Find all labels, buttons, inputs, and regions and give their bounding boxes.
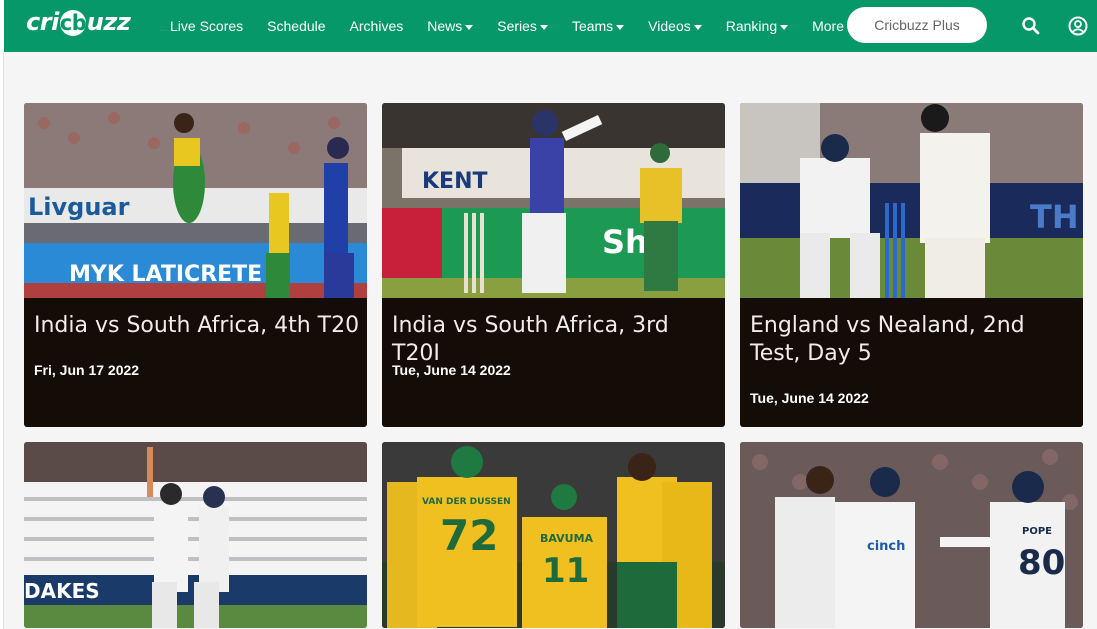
top-navbar: cricbuzz Live Scores Schedule Archives News… xyxy=(4,0,1097,52)
caret-down-icon xyxy=(539,25,548,30)
nav-label: Live Scores xyxy=(170,18,244,34)
match-card[interactable]: VAN DER DUSSEN 72 BAVUMA 11 xyxy=(382,442,725,628)
match-photo: TH xyxy=(740,103,1083,298)
nav-label: Archives xyxy=(349,18,404,34)
nav-label: Teams xyxy=(571,18,614,34)
match-photo: DAKES xyxy=(24,442,367,628)
photo-jersey-number: 80 xyxy=(1018,543,1065,583)
logo-text-start: cri xyxy=(26,8,59,36)
caret-down-icon xyxy=(780,25,789,30)
match-card[interactable]: TH England vs Nealand, 2nd Test, Day 5 T… xyxy=(740,103,1083,427)
photo-board-text: DAKES xyxy=(24,579,100,603)
nav-label: Ranking xyxy=(725,18,778,34)
match-title: India vs South Africa, 4th T20 xyxy=(34,313,360,338)
nav-item-series[interactable]: Series xyxy=(497,18,548,34)
search-icon[interactable] xyxy=(1020,15,1042,37)
caret-down-icon xyxy=(616,25,625,30)
match-photo: cinch POPE 80 xyxy=(740,442,1083,628)
nav-label: Series xyxy=(497,18,537,34)
nav-item-archives[interactable]: Archives xyxy=(350,18,404,34)
match-card[interactable]: DAKES xyxy=(24,442,367,628)
photo-board-text: TH xyxy=(1030,198,1079,236)
photo-board-text: Livguar xyxy=(28,193,130,221)
main-nav: Live Scores Schedule Archives News Series Tea… xyxy=(170,0,879,52)
photo-jersey-name: VAN DER DUSSEN xyxy=(422,497,511,507)
cricbuzz-plus-button[interactable]: Cricbuzz Plus xyxy=(847,7,987,43)
nav-item-schedule[interactable]: Schedule xyxy=(267,18,325,34)
cricbuzz-logo[interactable]: cricbuzz xyxy=(26,8,131,36)
nav-label: Videos xyxy=(648,18,691,34)
match-date: Tue, June 14 2022 xyxy=(392,362,511,378)
nav-item-ranking[interactable]: Ranking xyxy=(725,18,789,34)
photo-jersey-number: 11 xyxy=(542,551,589,591)
photo-jersey-name: BAVUMA xyxy=(540,532,594,545)
user-icon[interactable] xyxy=(1067,15,1089,37)
nav-item-videos[interactable]: Videos xyxy=(648,18,702,34)
nav-label: Schedule xyxy=(267,18,326,34)
match-card[interactable]: Livguar MYK LATICRETE India vs South Afr… xyxy=(24,103,367,427)
nav-item-teams[interactable]: Teams xyxy=(571,18,625,34)
nav-item-news[interactable]: News xyxy=(427,18,474,34)
match-title: England vs Nealand, 2nd Test, Day 5 xyxy=(750,313,1025,366)
match-date: Tue, June 14 2022 xyxy=(750,390,869,406)
nav-label: More xyxy=(812,18,845,34)
photo-sponsor-text: cinch xyxy=(867,539,905,554)
caret-down-icon xyxy=(465,25,474,30)
photo-jersey-number: 72 xyxy=(440,511,498,560)
match-card[interactable]: KENT Shi India vs South Africa, 3rd T20I… xyxy=(382,103,725,427)
match-photo: KENT Shi xyxy=(382,103,725,298)
nav-label: News xyxy=(427,18,463,34)
caret-down-icon xyxy=(693,25,702,30)
logo-ball: cb xyxy=(59,10,87,36)
nav-item-live-scores[interactable]: Live Scores xyxy=(170,18,243,34)
match-photo: VAN DER DUSSEN 72 BAVUMA 11 xyxy=(382,442,725,628)
match-date: Fri, Jun 17 2022 xyxy=(34,362,140,378)
match-card[interactable]: cinch POPE 80 xyxy=(740,442,1083,628)
match-photo: Livguar MYK LATICRETE xyxy=(24,103,367,298)
match-title: India vs South Africa, 3rd T20I xyxy=(392,313,669,366)
logo-text-end: uzz xyxy=(86,8,131,36)
photo-board-text: KENT xyxy=(422,169,488,194)
photo-jersey-name: POPE xyxy=(1022,526,1052,537)
